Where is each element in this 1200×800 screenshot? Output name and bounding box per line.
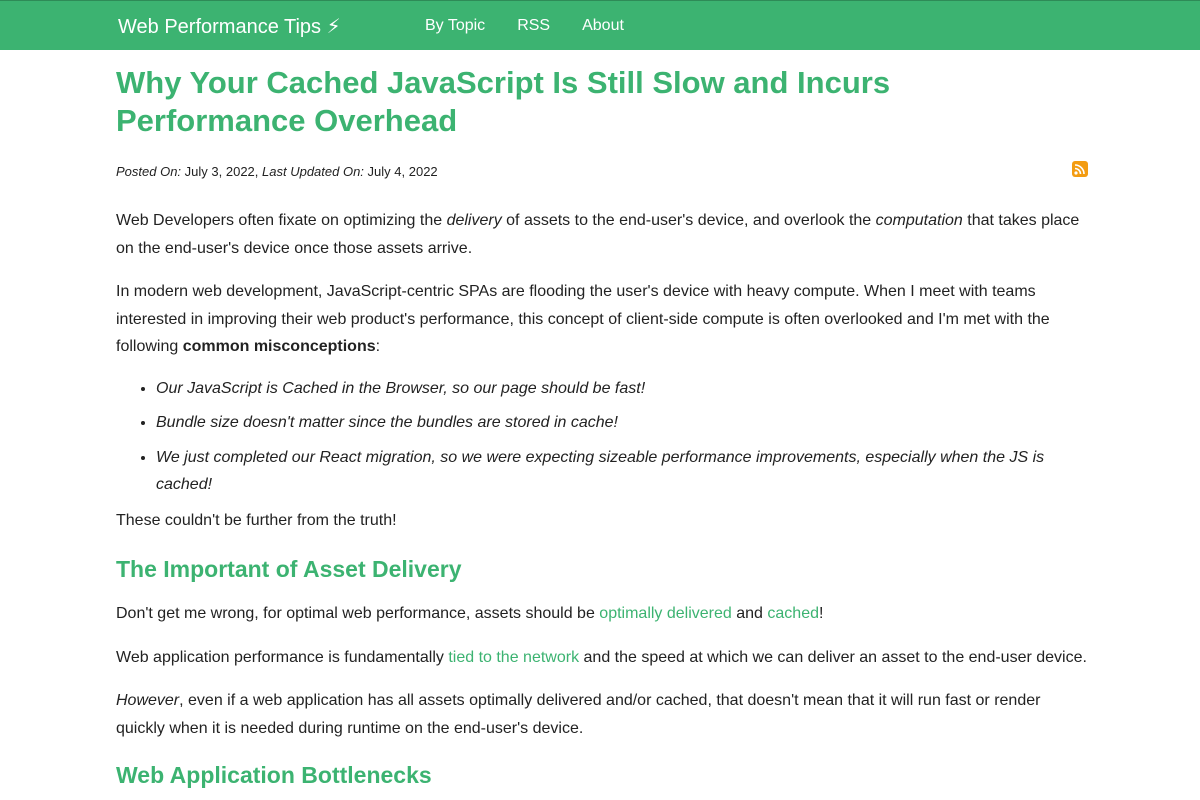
article-content: Why Your Cached JavaScript Is Still Slow… (116, 64, 1088, 790)
emphasis-computation: computation (875, 212, 963, 229)
link-tied-to-network[interactable]: tied to the network (448, 649, 579, 666)
list-item: Our JavaScript is Cached in the Browser,… (156, 375, 1088, 403)
nav-about[interactable]: About (582, 17, 624, 35)
updated-date: July 4, 2022 (367, 164, 438, 179)
intro-paragraph: Web Developers often fixate on optimizin… (116, 207, 1088, 262)
list-item: We just completed our React migration, s… (156, 444, 1088, 499)
link-optimally-delivered[interactable]: optimally delivered (599, 605, 732, 622)
rss-feed-icon[interactable] (1072, 161, 1088, 177)
emphasis-however: However (116, 692, 180, 709)
article-meta: Posted On: July 3, 2022, Last Updated On… (116, 161, 1088, 184)
text-span: and (731, 605, 768, 622)
list-item: Bundle size doesn't matter since the bun… (156, 409, 1088, 437)
emphasis-delivery: delivery (446, 212, 502, 229)
however-paragraph: However, even if a web application has a… (116, 687, 1088, 742)
bold-common-misconceptions: common misconceptions (182, 338, 376, 355)
link-cached[interactable]: cached (767, 605, 819, 622)
site-brand-link[interactable]: Web Performance Tips ⚡ (118, 14, 341, 39)
posted-date: July 3, 2022, (184, 164, 259, 179)
misconceptions-list: Our JavaScript is Cached in the Browser,… (116, 375, 1088, 499)
text-span: ! (819, 605, 824, 622)
text-span: Web Developers often fixate on optimizin… (116, 212, 447, 229)
text-span: Web application performance is fundament… (116, 648, 449, 666)
truth-paragraph: These couldn't be further from the truth… (116, 511, 397, 529)
posted-label: Posted On: (116, 164, 182, 179)
nav-rss[interactable]: RSS (517, 17, 550, 35)
main-nav: By Topic RSS About (425, 17, 624, 35)
network-paragraph: Web application performance is fundament… (116, 644, 1088, 672)
misconceptions-intro-paragraph: In modern web development, JavaScript-ce… (116, 278, 1088, 361)
section-heading-asset-delivery: The Important of Asset Delivery (116, 556, 462, 582)
text-span: of assets to the end-user's device, and … (501, 212, 876, 229)
section-heading-bottlenecks: Web Application Bottlenecks (116, 762, 432, 788)
text-span: : (375, 338, 381, 355)
text-span: , even if a web application has all asse… (116, 692, 1041, 737)
text-span: Don't get me wrong, for optimal web perf… (116, 605, 600, 622)
top-navbar: Web Performance Tips ⚡ By Topic RSS Abou… (0, 0, 1200, 50)
text-span: and the speed at which we can deliver an… (579, 648, 1087, 666)
asset-delivery-paragraph: Don't get me wrong, for optimal web perf… (116, 600, 1088, 628)
nav-by-topic[interactable]: By Topic (425, 17, 485, 35)
article-title: Why Your Cached JavaScript Is Still Slow… (116, 65, 891, 138)
updated-label: Last Updated On: (262, 164, 364, 179)
